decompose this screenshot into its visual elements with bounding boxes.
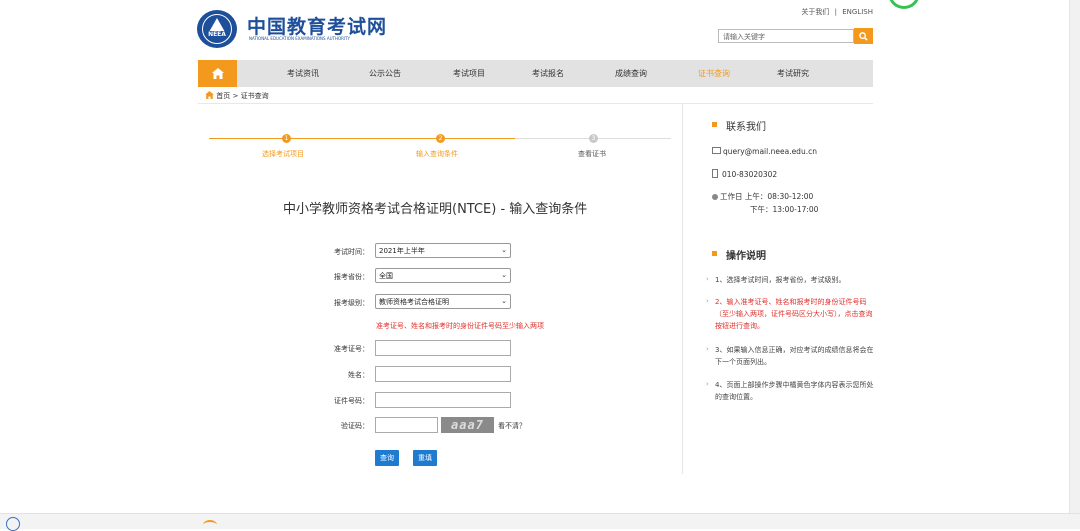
breadcrumb-current: 证书查询 <box>240 92 269 100</box>
nav-item-certificates[interactable]: 证书查询 <box>698 60 730 87</box>
search-input[interactable]: 请输入关键字 <box>718 29 854 43</box>
contact-phone: 010-83020302 <box>712 169 777 179</box>
id-no-label: 证件号码： <box>334 397 369 405</box>
home-icon <box>211 68 224 79</box>
search-button[interactable] <box>854 28 873 44</box>
breadcrumb-separator: > <box>232 92 239 100</box>
page-title: 中小学教师资格考试合格证明(NTCE) - 输入查询条件 <box>283 202 588 217</box>
captcha-label: 验证码： <box>341 422 369 430</box>
top-link-separator: | <box>834 8 837 16</box>
nav-item-exams[interactable]: 考试项目 <box>453 60 485 87</box>
bottom-bar <box>0 513 1080 531</box>
site-subtitle: NATIONAL EDUCATION EXAMINATIONS AUTHORIT… <box>249 36 350 41</box>
breadcrumb-home[interactable]: 首页 <box>216 92 230 100</box>
neea-logo[interactable]: NEEA <box>197 10 237 48</box>
list-arrow: › <box>706 275 709 283</box>
vertical-scrollbar[interactable] <box>1069 0 1080 513</box>
column-divider <box>682 104 683 474</box>
captcha-refresh-link[interactable]: 看不清？ <box>498 421 526 431</box>
level-label: 报考级别： <box>334 299 369 307</box>
contact-email: query@mail.neea.edu.cn <box>712 147 817 156</box>
reset-button[interactable]: 重填 <box>413 450 437 466</box>
nav-item-registration[interactable]: 考试报名 <box>532 60 564 87</box>
step-2-label: 输入查询条件 <box>416 150 458 158</box>
instructions-title: 操作说明 <box>726 251 766 262</box>
phone-icon <box>712 169 718 178</box>
search-icon <box>859 31 868 41</box>
list-arrow: › <box>706 345 709 353</box>
nav-item-news[interactable]: 考试资讯 <box>287 60 319 87</box>
exam-time-select[interactable]: 2021年上半年 ⌄ <box>375 243 511 258</box>
bullet-square <box>712 122 717 127</box>
list-arrow: › <box>706 297 709 305</box>
submit-button[interactable]: 查询 <box>375 450 399 466</box>
level-value: 教师资格考试合格证明 <box>379 298 449 306</box>
form-hint: 准考证号、姓名和报考时的身份证件号码至少输入两项 <box>376 322 544 330</box>
step-1-label: 选择考试项目 <box>262 150 304 158</box>
instruction-item-3: 3、如果输入信息正确，对应考试的成绩信息将会在下一个页面列出。 <box>715 346 874 366</box>
home-icon <box>205 91 214 99</box>
list-arrow: › <box>706 380 709 388</box>
email-text[interactable]: query@mail.neea.edu.cn <box>723 147 817 156</box>
about-link[interactable]: 关于我们 <box>801 8 829 16</box>
instruction-item-2: 2、输入准考证号、姓名和报考时的身份证件号码（至少输入两项，证件号码区分大小写）… <box>715 298 873 330</box>
nav-item-scores[interactable]: 成绩查询 <box>615 60 647 87</box>
exam-time-label: 考试时间： <box>334 248 369 256</box>
mail-icon <box>712 147 721 154</box>
province-value: 全国 <box>379 272 393 280</box>
english-link[interactable]: ENGLISH <box>842 8 873 16</box>
captcha-image[interactable]: aaa7 <box>441 417 494 433</box>
province-label: 报考省份： <box>334 273 369 281</box>
step-3-label: 查看证书 <box>578 150 606 158</box>
home-nav-button[interactable] <box>198 60 237 87</box>
chevron-down-icon: ⌄ <box>501 246 507 254</box>
top-links: 关于我们 | ENGLISH <box>801 7 873 17</box>
name-input[interactable] <box>375 366 511 382</box>
logo-text: NEEA <box>206 31 228 38</box>
footer-orange-icon <box>203 520 217 530</box>
name-label: 姓名： <box>348 371 369 379</box>
hours-line-1: 工作日 上午：08:30-12:00 <box>720 192 814 201</box>
site-title[interactable]: 中国教育考试网 <box>247 12 387 39</box>
contact-hours: 工作日 上午：08:30-12:00 <box>712 191 813 202</box>
province-select[interactable]: 全国 ⌄ <box>375 268 511 283</box>
nav-item-notices[interactable]: 公示公告 <box>369 60 401 87</box>
ticket-no-label: 准考证号： <box>334 345 369 353</box>
step-2-marker: 2 <box>436 134 445 143</box>
bullet-square <box>712 251 717 256</box>
step-progress-line <box>209 138 515 139</box>
chevron-down-icon: ⌄ <box>501 271 507 279</box>
step-1-marker: 1 <box>282 134 291 143</box>
phone-text: 010-83020302 <box>722 170 778 179</box>
contact-title: 联系我们 <box>726 122 766 133</box>
instruction-item-4: 4、页面上部操作步骤中橘黄色字体内容表示您所处的查询位置。 <box>715 381 874 401</box>
chevron-down-icon: ⌄ <box>501 297 507 305</box>
captcha-input[interactable] <box>375 417 438 433</box>
breadcrumb: 首页 > 证书查询 <box>205 91 269 101</box>
divider <box>198 103 873 104</box>
nav-item-research[interactable]: 考试研究 <box>777 60 809 87</box>
exam-time-value: 2021年上半年 <box>379 247 425 255</box>
step-3-marker: 3 <box>589 134 598 143</box>
level-select[interactable]: 教师资格考试合格证明 ⌄ <box>375 294 511 309</box>
hours-line-2: 下午：13:00-17:00 <box>750 205 819 214</box>
id-no-input[interactable] <box>375 392 511 408</box>
clock-icon <box>712 194 718 200</box>
floating-widget[interactable] <box>888 0 920 9</box>
ticket-no-input[interactable] <box>375 340 511 356</box>
instruction-item-1: 1、选择考试时间，报考省份，考试级别。 <box>715 276 846 284</box>
footer-logo-icon <box>6 517 20 531</box>
